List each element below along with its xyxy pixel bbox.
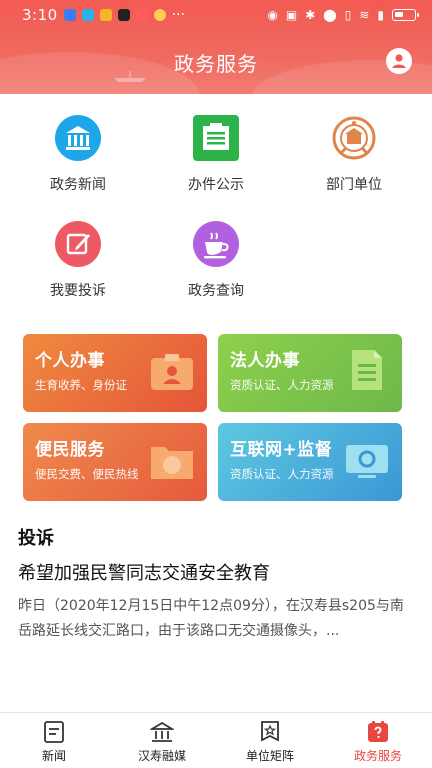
bank-building-icon <box>55 115 101 161</box>
app-notification-icon <box>117 9 130 21</box>
eye-icon: ◉ <box>267 8 278 22</box>
more-notifications-icon: ··· <box>171 7 186 23</box>
bottom-tab-bar: 新闻 汉寿融媒 单位矩阵 政务服务 <box>0 712 432 768</box>
user-icon <box>392 54 406 68</box>
monitor-icon <box>346 445 388 478</box>
edit-pencil-icon <box>55 221 101 267</box>
card-personal-affairs[interactable]: 个人办事 生育收养、身份证 <box>23 334 207 412</box>
header-bar: 3:10 ··· ◉ ▣ ✱ ⬤ ▯ ≋ ▮ 政务服务 <box>0 0 432 94</box>
grid-item-departments[interactable]: 部门单位 <box>294 114 414 194</box>
app-notification-icon <box>135 9 148 21</box>
national-emblem-icon <box>332 116 376 160</box>
wifi-icon: ≋ <box>359 8 370 22</box>
coffee-cup-icon <box>193 221 239 267</box>
status-time: 3:10 <box>22 6 58 24</box>
card-subtitle: 资质认证、人力资源 <box>230 378 334 392</box>
compass-folder-icon <box>151 447 193 479</box>
document-icon <box>352 350 382 390</box>
bluetooth-icon: ✱ <box>305 8 316 22</box>
card-subtitle: 资质认证、人力资源 <box>230 467 334 481</box>
grid-label: 政务查询 <box>188 283 244 299</box>
battery-icon <box>392 9 419 21</box>
vibrate-icon: ▯ <box>344 8 352 22</box>
section-title-complaint: 投诉 <box>18 528 54 549</box>
building-icon <box>150 721 174 742</box>
tab-gov-service[interactable]: 政务服务 <box>324 713 432 768</box>
grid-label: 部门单位 <box>326 177 382 193</box>
grid-label: 办件公示 <box>188 177 244 193</box>
complaint-excerpt[interactable]: 昨日（2020年12月15日中午12点09分），在汉寿县s205与南岳路延长线交… <box>18 594 414 644</box>
notice-board-icon <box>193 115 239 161</box>
card-convenience-service[interactable]: 便民服务 便民交费、便民热线 <box>23 423 207 501</box>
card-legal-person-affairs[interactable]: 法人办事 资质认证、人力资源 <box>218 334 402 412</box>
tab-news[interactable]: 新闻 <box>0 713 108 768</box>
card-subtitle: 生育收养、身份证 <box>35 378 127 392</box>
complaint-title[interactable]: 希望加强民警同志交通安全教育 <box>18 559 270 585</box>
user-profile-button[interactable] <box>386 48 412 74</box>
grid-item-gov-news[interactable]: 政务新闻 <box>18 114 138 194</box>
tab-hanshou-media[interactable]: 汉寿融媒 <box>108 713 216 768</box>
card-internet-supervision[interactable]: 互联网+监督 资质认证、人力资源 <box>218 423 402 501</box>
id-card-icon <box>151 354 193 390</box>
tab-label: 单位矩阵 <box>245 749 294 763</box>
card-subtitle: 便民交费、便民热线 <box>35 467 139 481</box>
question-service-icon <box>368 721 388 742</box>
app-notification-icon <box>99 9 112 21</box>
tab-label: 政务服务 <box>353 749 402 763</box>
grid-item-complaint[interactable]: 我要投诉 <box>18 220 138 300</box>
app-notification-icon <box>63 9 76 21</box>
tab-label: 汉寿融媒 <box>137 749 186 763</box>
grid-item-gov-query[interactable]: 政务查询 <box>156 220 276 300</box>
grid-label: 政务新闻 <box>50 177 106 193</box>
nfc-icon: ▣ <box>285 8 298 22</box>
star-badge-icon <box>261 721 279 742</box>
news-icon <box>44 721 64 743</box>
location-icon: ⬤ <box>323 8 337 22</box>
grid-item-case-notice[interactable]: 办件公示 <box>156 114 276 194</box>
page-title: 政务服务 <box>174 52 258 76</box>
signal-icon: ▮ <box>377 8 384 22</box>
status-bar: 3:10 ··· ◉ ▣ ✱ ⬤ ▯ ≋ ▮ <box>0 0 432 30</box>
tab-unit-matrix[interactable]: 单位矩阵 <box>216 713 324 768</box>
app-notification-icon <box>81 9 94 21</box>
grid-label: 我要投诉 <box>50 283 106 299</box>
tab-label: 新闻 <box>41 749 66 763</box>
app-notification-icon <box>153 9 166 21</box>
